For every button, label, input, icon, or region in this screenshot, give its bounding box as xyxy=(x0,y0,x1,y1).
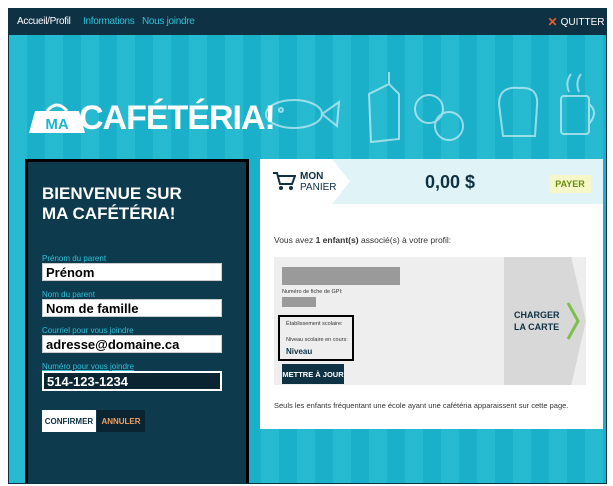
level-label: Niveau scolaire en cours: xyxy=(286,337,348,343)
first-name-field[interactable]: Prénom xyxy=(42,263,222,281)
school-level-box: Établissement scolaire: Niveau scolaire … xyxy=(278,315,354,361)
close-icon: ✕ xyxy=(547,15,558,29)
nav-item-informations[interactable]: Informations xyxy=(83,16,135,27)
welcome-title-line2: MA CAFÉTÉRIA! xyxy=(42,204,176,223)
my-cart-label: MON PANIER xyxy=(300,171,337,193)
chevron-right-icon xyxy=(566,302,580,340)
child-card: Numéro de fiche de GPI: Établissement sc… xyxy=(274,257,586,385)
cancel-button[interactable]: ANNULER xyxy=(97,410,145,432)
charge-line2: LA CARTE xyxy=(514,322,560,332)
last-name-field[interactable]: Nom de famille xyxy=(42,299,222,317)
mug-icon xyxy=(560,73,595,135)
phone-field[interactable]: 514-123-1234 xyxy=(42,371,222,391)
school-label: Établissement scolaire: xyxy=(286,321,343,327)
gpi-number-redacted xyxy=(282,297,316,307)
welcome-title: BIENVENUE SUR MA CAFÉTÉRIA! xyxy=(42,184,242,224)
top-nav-bar: Accueil/Profil Informations Nous joindre… xyxy=(9,9,606,35)
email-field[interactable]: adresse@domaine.ca xyxy=(42,335,222,353)
update-button[interactable]: METTRE À JOUR xyxy=(282,364,344,384)
cart-header: MON PANIER 0,00 $ PAYER xyxy=(260,159,603,204)
children-text-post: associé(s) à votre profil: xyxy=(358,235,452,245)
logo-text: CAFÉTÉRIA! xyxy=(79,99,276,137)
fish-icon xyxy=(265,99,341,129)
cart-panel: MON PANIER 0,00 $ PAYER Vous avez 1 enfa… xyxy=(260,159,603,429)
children-text-pre: Vous avez xyxy=(274,235,316,245)
quit-label: QUITTER xyxy=(560,16,605,28)
level-value: Niveau xyxy=(286,347,313,356)
nav-item-nous-joindre[interactable]: Nous joindre xyxy=(142,16,195,27)
welcome-title-line1: BIENVENUE SUR xyxy=(42,184,182,203)
cart-total: 0,00 $ xyxy=(425,172,476,192)
logo-badge-text: MA xyxy=(45,116,68,133)
children-count: 1 enfant(s) xyxy=(315,235,359,245)
gpi-label: Numéro de fiche de GPI: xyxy=(282,289,343,295)
charge-card-label: CHARGER LA CARTE xyxy=(514,309,560,333)
quit-button[interactable]: ✕ QUITTER xyxy=(546,9,606,35)
charge-line1: CHARGER xyxy=(514,310,560,320)
lunchbox-logo-icon: MA xyxy=(29,103,85,133)
my-cart-line2: PANIER xyxy=(300,182,337,193)
phone-label: Numéro pour vous joindre xyxy=(42,362,135,371)
confirm-button[interactable]: CONFIRMER xyxy=(42,410,96,432)
footnote-text: Seuls les enfants fréquentant une école … xyxy=(274,401,569,410)
decorative-food-illustrations xyxy=(265,72,595,144)
cookie-icon xyxy=(414,94,464,141)
pay-button[interactable]: PAYER xyxy=(549,175,591,193)
shopping-cart-icon xyxy=(273,172,296,190)
my-cart-line1: MON xyxy=(300,171,324,182)
child-name-redacted xyxy=(282,267,400,285)
children-count-text: Vous avez 1 enfant(s) associé(s) à votre… xyxy=(274,235,451,245)
app-frame: Accueil/Profil Informations Nous joindre… xyxy=(8,8,607,484)
milk-carton-icon xyxy=(367,72,400,144)
first-name-label: Prénom du parent xyxy=(42,254,107,263)
nav-item-accueil-profil[interactable]: Accueil/Profil xyxy=(17,16,71,27)
email-label: Courriel pour vous joindre xyxy=(42,326,134,335)
parent-profile-panel: BIENVENUE SUR MA CAFÉTÉRIA! Prénom du pa… xyxy=(25,159,249,483)
bread-icon xyxy=(497,86,539,137)
last-name-label: Nom du parent xyxy=(42,290,95,299)
